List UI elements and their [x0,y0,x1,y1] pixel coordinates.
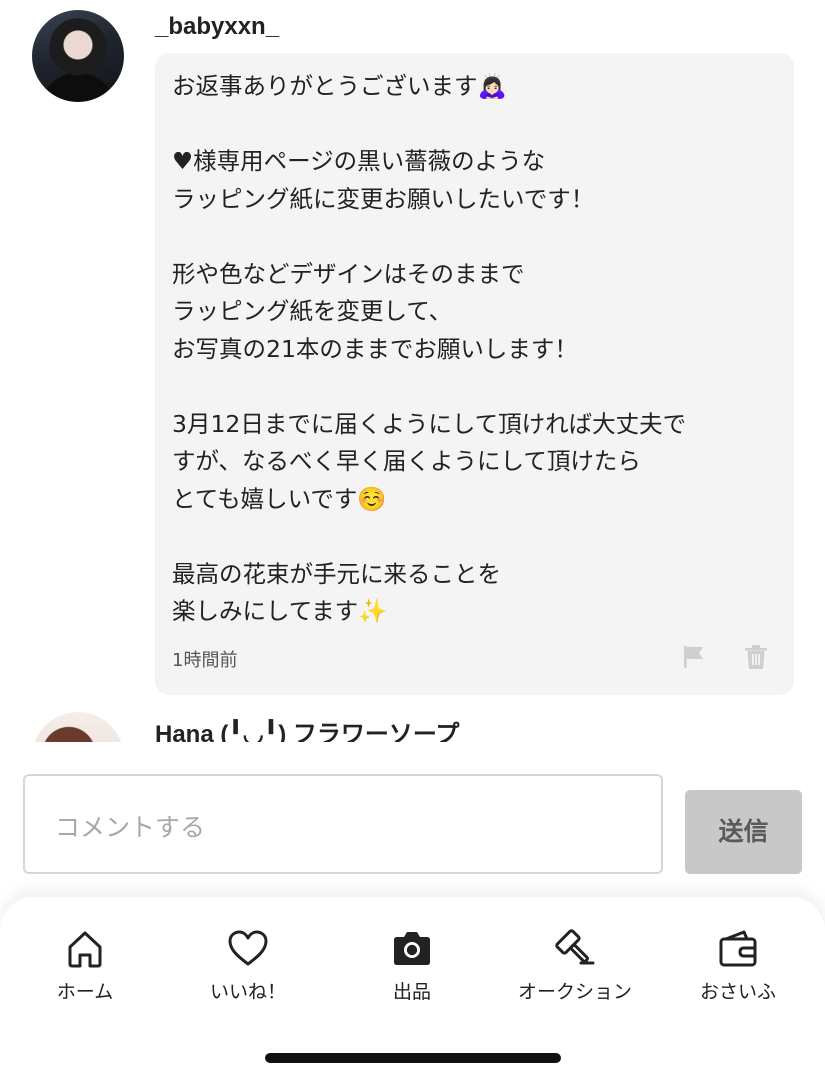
tab-home[interactable]: ホーム [5,927,165,1007]
flag-icon[interactable] [682,644,706,670]
tab-label: いいね！ [209,981,286,1003]
trash-icon[interactable] [744,644,768,670]
camera-icon [394,932,430,965]
comment-input-placeholder: コメントする [55,813,206,842]
tab-label: 出品 [392,981,431,1003]
tab-auction[interactable]: オークション [495,927,655,1007]
wallet-icon [719,930,757,967]
avatar[interactable] [32,10,124,102]
tab-sell[interactable]: 出品 [332,927,492,1007]
home-indicator [265,1053,561,1063]
tab-likes[interactable]: いいね！ [168,927,328,1007]
gavel-icon [555,929,595,965]
tab-label: オークション [517,981,632,1003]
comment-input[interactable]: コメントする [23,774,663,874]
tab-label: おさいふ [699,981,776,1003]
tab-label: ホーム [56,981,114,1003]
tab-wallet[interactable]: おさいふ [658,927,818,1007]
send-button[interactable]: 送信 [685,790,802,874]
comment-message: お返事ありがとうございます🙇🏻‍♀️ ♥様専用ページの黒い薔薇のような ラッピン… [172,72,687,625]
comment-username[interactable]: _babyxxn_ [155,13,279,41]
comment-timestamp: 1時間前 [172,650,238,671]
home-icon [68,931,102,968]
heart-icon [228,930,268,966]
